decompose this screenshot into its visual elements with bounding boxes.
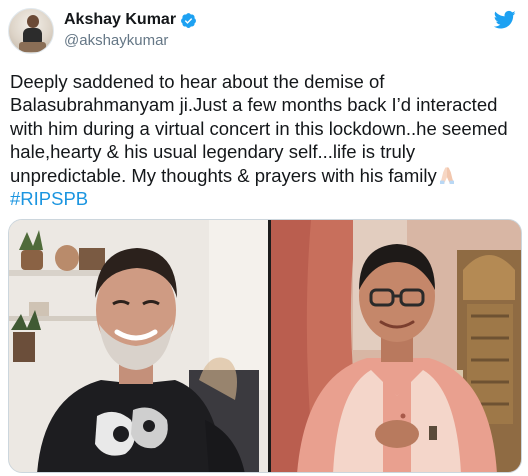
video-call-right-panel (271, 220, 521, 472)
author-name-row[interactable]: Akshay Kumar (64, 10, 197, 30)
tweet-text-line: Deeply saddened to hear about the demise… (10, 71, 385, 92)
tweet-text: Deeply saddened to hear about the demise… (10, 70, 522, 210)
tweet-text-line: unpredictable. My thoughts & prayers wit… (10, 164, 437, 186)
video-call-left-panel (9, 220, 268, 472)
display-name[interactable]: Akshay Kumar (64, 11, 176, 29)
twitter-bird-icon[interactable] (494, 10, 516, 30)
folded-hands-emoji (439, 166, 454, 184)
avatar[interactable] (8, 8, 54, 54)
tweet-text-line: hale,hearty & his usual legendary self..… (10, 141, 416, 163)
left-panel-scene (9, 220, 268, 472)
tweet-card: Akshay Kumar @akshaykumar Deeply saddene… (0, 0, 528, 476)
avatar-figure-head (27, 15, 39, 28)
hashtag-link[interactable]: #RIPSPB (10, 187, 522, 210)
tweet-text-line-last: unpredictable. My thoughts & prayers wit… (10, 164, 522, 187)
avatar-figure-legs (19, 42, 46, 52)
verified-badge-icon (181, 12, 196, 28)
attached-photo[interactable] (8, 219, 522, 473)
tweet-text-line: Balasubrahmanyam ji.Just a few months ba… (10, 94, 498, 116)
right-panel-scene (271, 220, 521, 472)
tweet-text-line: with him during a virtual concert in thi… (10, 117, 508, 139)
author-handle[interactable]: @akshaykumar (64, 32, 168, 49)
